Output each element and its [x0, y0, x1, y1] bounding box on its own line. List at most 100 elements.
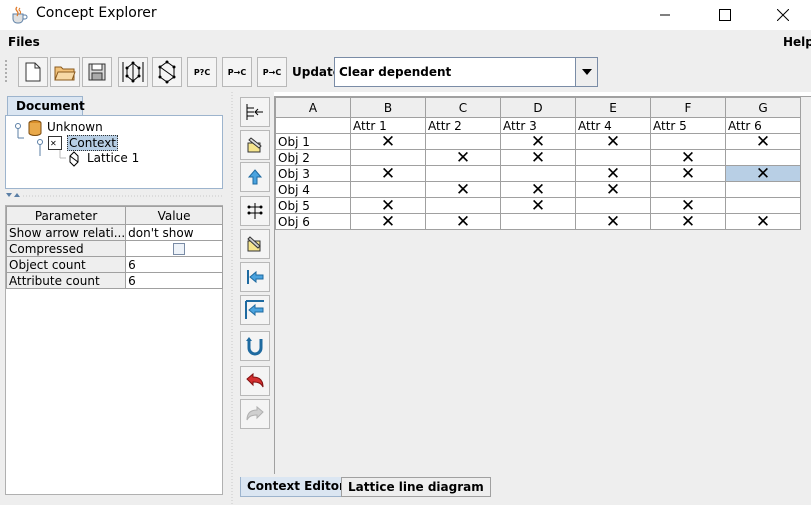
column-letter-header[interactable]: A — [275, 97, 351, 118]
close-button[interactable] — [754, 0, 811, 30]
menu-files[interactable]: Files — [8, 35, 40, 49]
column-header-value[interactable]: Value — [125, 206, 223, 225]
incidence-cell[interactable]: ✕ — [575, 165, 651, 182]
incidence-cell[interactable] — [575, 197, 651, 214]
incidence-cell[interactable]: ✕ — [575, 213, 651, 230]
compressed-checkbox[interactable] — [173, 243, 186, 255]
open-button[interactable] — [50, 57, 80, 87]
column-header-parameter[interactable]: Parameter — [5, 206, 127, 225]
incidence-cell[interactable]: ✕ — [650, 197, 726, 214]
incidence-cell[interactable] — [500, 165, 576, 182]
incidence-cell[interactable]: ✕ — [500, 149, 576, 166]
incidence-cell[interactable]: ✕ — [725, 213, 801, 230]
tab-lattice-line-diagram[interactable]: Lattice line diagram — [341, 477, 491, 497]
param-value[interactable]: 6 — [125, 256, 223, 273]
attribute-name-cell[interactable]: Attr 5 — [650, 117, 726, 134]
incidence-cell[interactable]: ✕ — [425, 181, 501, 198]
tree-item-unknown[interactable]: Unknown — [47, 120, 103, 134]
incidence-cell[interactable] — [350, 149, 426, 166]
incidence-cell[interactable]: ✕ — [425, 213, 501, 230]
move-left-button[interactable] — [240, 262, 270, 292]
new-document-button[interactable] — [18, 57, 48, 87]
incidence-cell[interactable]: ✕ — [650, 213, 726, 230]
incidence-cell[interactable]: ✕ — [575, 133, 651, 150]
corner-cell[interactable] — [275, 117, 351, 134]
rules-button[interactable]: P→C — [222, 57, 252, 87]
incidence-cell[interactable]: ✕ — [725, 165, 801, 182]
object-name-cell[interactable]: Obj 2 — [275, 149, 351, 166]
attribute-name-cell[interactable]: Attr 1 — [350, 117, 426, 134]
incidence-cell[interactable] — [650, 133, 726, 150]
toolbar-grip-icon[interactable] — [4, 58, 10, 86]
minimize-button[interactable] — [636, 0, 694, 30]
incidence-cell[interactable] — [575, 149, 651, 166]
object-name-cell[interactable]: Obj 1 — [275, 133, 351, 150]
transpose-button[interactable] — [240, 331, 270, 361]
incidence-cell[interactable]: ✕ — [725, 133, 801, 150]
incidence-cell[interactable]: ✕ — [350, 213, 426, 230]
incidence-cell[interactable]: ✕ — [500, 181, 576, 198]
lattice-button[interactable] — [152, 57, 182, 87]
incidence-cell[interactable] — [350, 181, 426, 198]
incidence-cell[interactable] — [425, 133, 501, 150]
incidence-cell[interactable] — [650, 181, 726, 198]
maximize-button[interactable] — [696, 0, 754, 30]
column-letter-header[interactable]: G — [725, 97, 801, 118]
table-row: Compressed — [5, 240, 223, 257]
param-value[interactable]: don't show — [125, 224, 223, 241]
move-up-button[interactable] — [240, 162, 270, 192]
incidence-cell[interactable]: ✕ — [350, 197, 426, 214]
attribute-name-cell[interactable]: Attr 6 — [725, 117, 801, 134]
incidence-cell[interactable]: ✕ — [350, 165, 426, 182]
incidence-cell[interactable]: ✕ — [650, 165, 726, 182]
menu-help[interactable]: Help — [783, 35, 811, 49]
tree-item-lattice-1[interactable]: Lattice 1 — [87, 151, 139, 165]
incidence-cell[interactable]: ✕ — [500, 133, 576, 150]
attribute-name-cell[interactable]: Attr 3 — [500, 117, 576, 134]
maximize-icon — [719, 9, 731, 21]
dropdown-arrow-button[interactable] — [575, 58, 597, 86]
split-arrows-icon[interactable] — [5, 193, 223, 199]
incidence-cell[interactable]: ✕ — [425, 149, 501, 166]
object-name-cell[interactable]: Obj 3 — [275, 165, 351, 182]
column-letter-header[interactable]: E — [575, 97, 651, 118]
move-up-left-button[interactable] — [240, 295, 270, 325]
add-attribute-button[interactable] — [240, 97, 270, 127]
column-letter-header[interactable]: C — [425, 97, 501, 118]
association-rules-button[interactable]: P→C — [257, 57, 287, 87]
column-letter-header[interactable]: D — [500, 97, 576, 118]
object-name-cell[interactable]: Obj 6 — [275, 213, 351, 230]
tab-context-editor[interactable]: Context Editor — [240, 477, 352, 497]
redo-button[interactable] — [240, 399, 270, 429]
update-select[interactable]: Clear dependent — [334, 57, 598, 87]
incidence-cell[interactable] — [725, 149, 801, 166]
object-name-cell[interactable]: Obj 4 — [275, 181, 351, 198]
incidence-cell[interactable]: ✕ — [500, 197, 576, 214]
save-button[interactable] — [82, 57, 112, 87]
incidence-cell[interactable] — [725, 197, 801, 214]
column-letter-header[interactable]: B — [350, 97, 426, 118]
undo-button[interactable] — [240, 366, 270, 396]
object-name-cell[interactable]: Obj 5 — [275, 197, 351, 214]
param-value[interactable]: 6 — [125, 272, 223, 289]
edit-object-icon — [247, 137, 262, 153]
edit-attribute-button[interactable] — [240, 229, 270, 259]
build-lattice-button[interactable] — [118, 57, 148, 87]
edit-object-button[interactable] — [240, 130, 270, 160]
cross-mark: ✕ — [530, 181, 546, 198]
incidence-cell[interactable]: ✕ — [650, 149, 726, 166]
attribute-name-cell[interactable]: Attr 2 — [425, 117, 501, 134]
implications-button[interactable]: P?C — [187, 57, 217, 87]
incidence-cell[interactable] — [425, 165, 501, 182]
incidence-cell[interactable] — [725, 181, 801, 198]
tab-document[interactable]: Document — [7, 96, 85, 116]
attribute-name-cell[interactable]: Attr 4 — [575, 117, 651, 134]
incidence-cell[interactable]: ✕ — [350, 133, 426, 150]
vertical-splitter[interactable] — [228, 92, 236, 505]
tree-item-context[interactable]: Context — [67, 135, 119, 151]
reduce-context-button[interactable] — [240, 196, 270, 226]
incidence-cell[interactable] — [500, 213, 576, 230]
column-letter-header[interactable]: F — [650, 97, 726, 118]
incidence-cell[interactable] — [425, 197, 501, 214]
incidence-cell[interactable]: ✕ — [575, 181, 651, 198]
